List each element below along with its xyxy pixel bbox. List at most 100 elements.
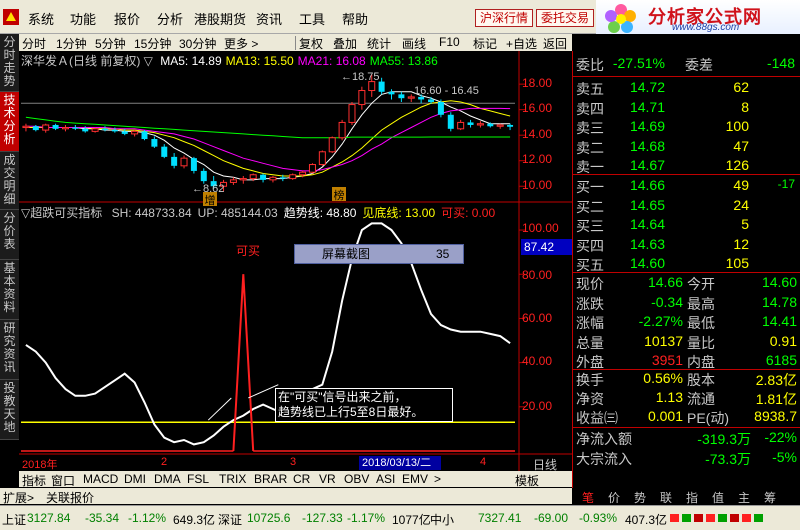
menu-hk-futures[interactable]: 港股期货 <box>194 9 246 28</box>
period-5min[interactable]: 5分钟 <box>95 35 126 52</box>
quote-tab[interactable]: 笔 <box>582 489 594 506</box>
expand-button[interactable]: 扩展> <box>3 489 34 506</box>
quote-tab[interactable]: 联 <box>660 489 672 506</box>
collapse-icon[interactable]: ▽ <box>144 54 153 68</box>
menu-news[interactable]: 资讯 <box>256 9 282 28</box>
quote-tab[interactable]: 主 <box>738 489 750 506</box>
flow-row: 净流入额 -319.3万 -22% <box>576 429 797 447</box>
status-item: -0.93% <box>579 511 618 525</box>
indicator-tab[interactable]: VR <box>319 472 336 486</box>
ma-label: MA13: 15.50 <box>225 54 294 68</box>
indicator-tab[interactable]: DMA <box>154 472 181 486</box>
ma-label: MA55: 13.86 <box>369 54 438 68</box>
hint-arrow <box>248 384 279 399</box>
add-watchlist-button[interactable]: +自选 <box>506 35 537 52</box>
candle-body <box>151 139 158 147</box>
status-item: -35.34 <box>85 511 120 525</box>
template-button[interactable]: 模板 <box>515 472 539 489</box>
tab-investor-education[interactable]: 投教天地 <box>0 380 19 440</box>
quote-level-row[interactable]: 卖三 14.69 100 <box>573 118 800 138</box>
menu-quote[interactable]: 报价 <box>114 9 140 28</box>
period-intraday[interactable]: 分时 <box>22 35 46 52</box>
candle-body <box>101 128 108 131</box>
draw-line-button[interactable]: 画线 <box>402 35 426 52</box>
candle-body <box>457 121 465 130</box>
status-item[interactable]: 上证 <box>2 511 26 528</box>
indicator-tab[interactable]: BRAR <box>254 472 287 486</box>
indicator-more[interactable]: > <box>434 472 441 486</box>
menu-function[interactable]: 功能 <box>70 9 96 28</box>
screenshot-popup[interactable]: 屏幕截图 35 <box>294 244 464 264</box>
status-item: 407.3亿 <box>625 513 668 527</box>
back-button[interactable]: 返回 <box>543 35 567 52</box>
menu-bar: 系统 功能 报价 分析 港股期货 资讯 工具 帮助 沪深行情 委托交易 分析家公… <box>0 0 800 34</box>
tab-research[interactable]: 研究资讯 <box>0 320 19 380</box>
menu-system[interactable]: 系统 <box>28 9 54 28</box>
cursor-date: 2018/03/13/二 <box>359 456 441 470</box>
hint-arrow <box>207 397 232 421</box>
restore-rights-button[interactable]: 复权 <box>299 35 323 52</box>
candle-body <box>260 174 267 180</box>
chart-toolbar: 分时 1分钟 5分钟 15分钟 30分钟 更多 > 复权 叠加 统计 画线 F1… <box>19 34 572 51</box>
collapse-icon[interactable]: ▽ <box>21 206 30 220</box>
indicator-tab[interactable]: DMI <box>124 472 146 486</box>
status-item[interactable]: 中小 <box>430 511 454 528</box>
overlay-button[interactable]: 叠加 <box>333 35 357 52</box>
price-y-tick: 10.00 <box>522 178 553 192</box>
quote-level-row[interactable]: 卖五 14.72 62 <box>573 79 800 99</box>
candle-body <box>72 127 79 129</box>
status-item[interactable]: 深证 <box>218 511 242 528</box>
tab-basic-info[interactable]: 基本资料 <box>0 260 19 320</box>
chart-area[interactable]: 深华发Ａ(日线 前复权) ▽ MA5: 14.89 MA13: 15.50 MA21… <box>19 51 572 472</box>
candle-body <box>418 96 425 100</box>
candle-body <box>171 156 178 166</box>
indicator-y-tick: 80.00 <box>522 268 553 282</box>
quote-tab[interactable]: 筹 <box>764 489 776 506</box>
candle-body <box>496 124 504 127</box>
tab-trade-details[interactable]: 成交明细 <box>0 152 19 210</box>
candle-body <box>269 176 277 181</box>
quote-tab[interactable]: 势 <box>634 489 646 506</box>
hot-list-mark-icon[interactable]: 榜 <box>332 187 346 202</box>
quote-level-row[interactable]: 买一 14.66 49 -17 <box>573 177 800 197</box>
sh-sz-market-button[interactable]: 沪深行情 <box>475 9 534 27</box>
brand-banner: 分析家公式网 www.88gs.com <box>596 0 800 34</box>
indicator-tab[interactable]: CR <box>293 472 310 486</box>
indicator-tab[interactable]: ASI <box>376 472 395 486</box>
quote-level-row[interactable]: 买四 14.63 12 <box>573 236 800 256</box>
price-y-tick: 12.00 <box>522 152 553 166</box>
quote-tab[interactable]: 值 <box>712 489 724 506</box>
indicator-tab[interactable]: OBV <box>344 472 369 486</box>
menu-help[interactable]: 帮助 <box>342 9 368 28</box>
tab-technical-analysis[interactable]: 技术分析 <box>0 92 19 152</box>
indicator-tab[interactable]: MACD <box>83 472 118 486</box>
quote-level-row[interactable]: 卖二 14.68 47 <box>573 138 800 158</box>
related-quotes-button[interactable]: 关联报价 <box>46 489 94 506</box>
statistics-button[interactable]: 统计 <box>367 35 391 52</box>
quote-tab[interactable]: 价 <box>608 489 620 506</box>
tab-intraday-trend[interactable]: 分时走势 <box>0 34 19 92</box>
indicator-tab[interactable]: 窗口 <box>51 472 75 489</box>
quote-level-row[interactable]: 买三 14.64 5 <box>573 216 800 236</box>
indicator-tab[interactable]: 指标 <box>22 472 46 489</box>
quote-level-row[interactable]: 买五 14.60 105 <box>573 255 800 275</box>
indicator-tab[interactable]: EMV <box>402 472 428 486</box>
period-1min[interactable]: 1分钟 <box>56 35 87 52</box>
mark-button[interactable]: 标记 <box>473 35 497 52</box>
f10-button[interactable]: F10 <box>439 35 460 49</box>
tab-price-table[interactable]: 分价表 <box>0 210 19 260</box>
quote-level-row[interactable]: 买二 14.65 24 <box>573 197 800 217</box>
quote-level-row[interactable]: 卖一 14.67 126 <box>573 157 800 177</box>
quote-level-row[interactable]: 卖四 14.71 8 <box>573 99 800 119</box>
candle-body <box>42 124 50 131</box>
brand-url: www.88gs.com <box>672 22 740 33</box>
indicator-tab[interactable]: TRIX <box>219 472 246 486</box>
quote-tab[interactable]: 指 <box>686 489 698 506</box>
trade-order-button[interactable]: 委托交易 <box>536 9 595 27</box>
period-more[interactable]: 更多 > <box>224 35 258 52</box>
period-15min[interactable]: 15分钟 <box>134 35 171 52</box>
indicator-tab[interactable]: FSL <box>187 472 209 486</box>
menu-tools[interactable]: 工具 <box>299 9 325 28</box>
menu-analysis[interactable]: 分析 <box>157 9 183 28</box>
period-30min[interactable]: 30分钟 <box>179 35 216 52</box>
